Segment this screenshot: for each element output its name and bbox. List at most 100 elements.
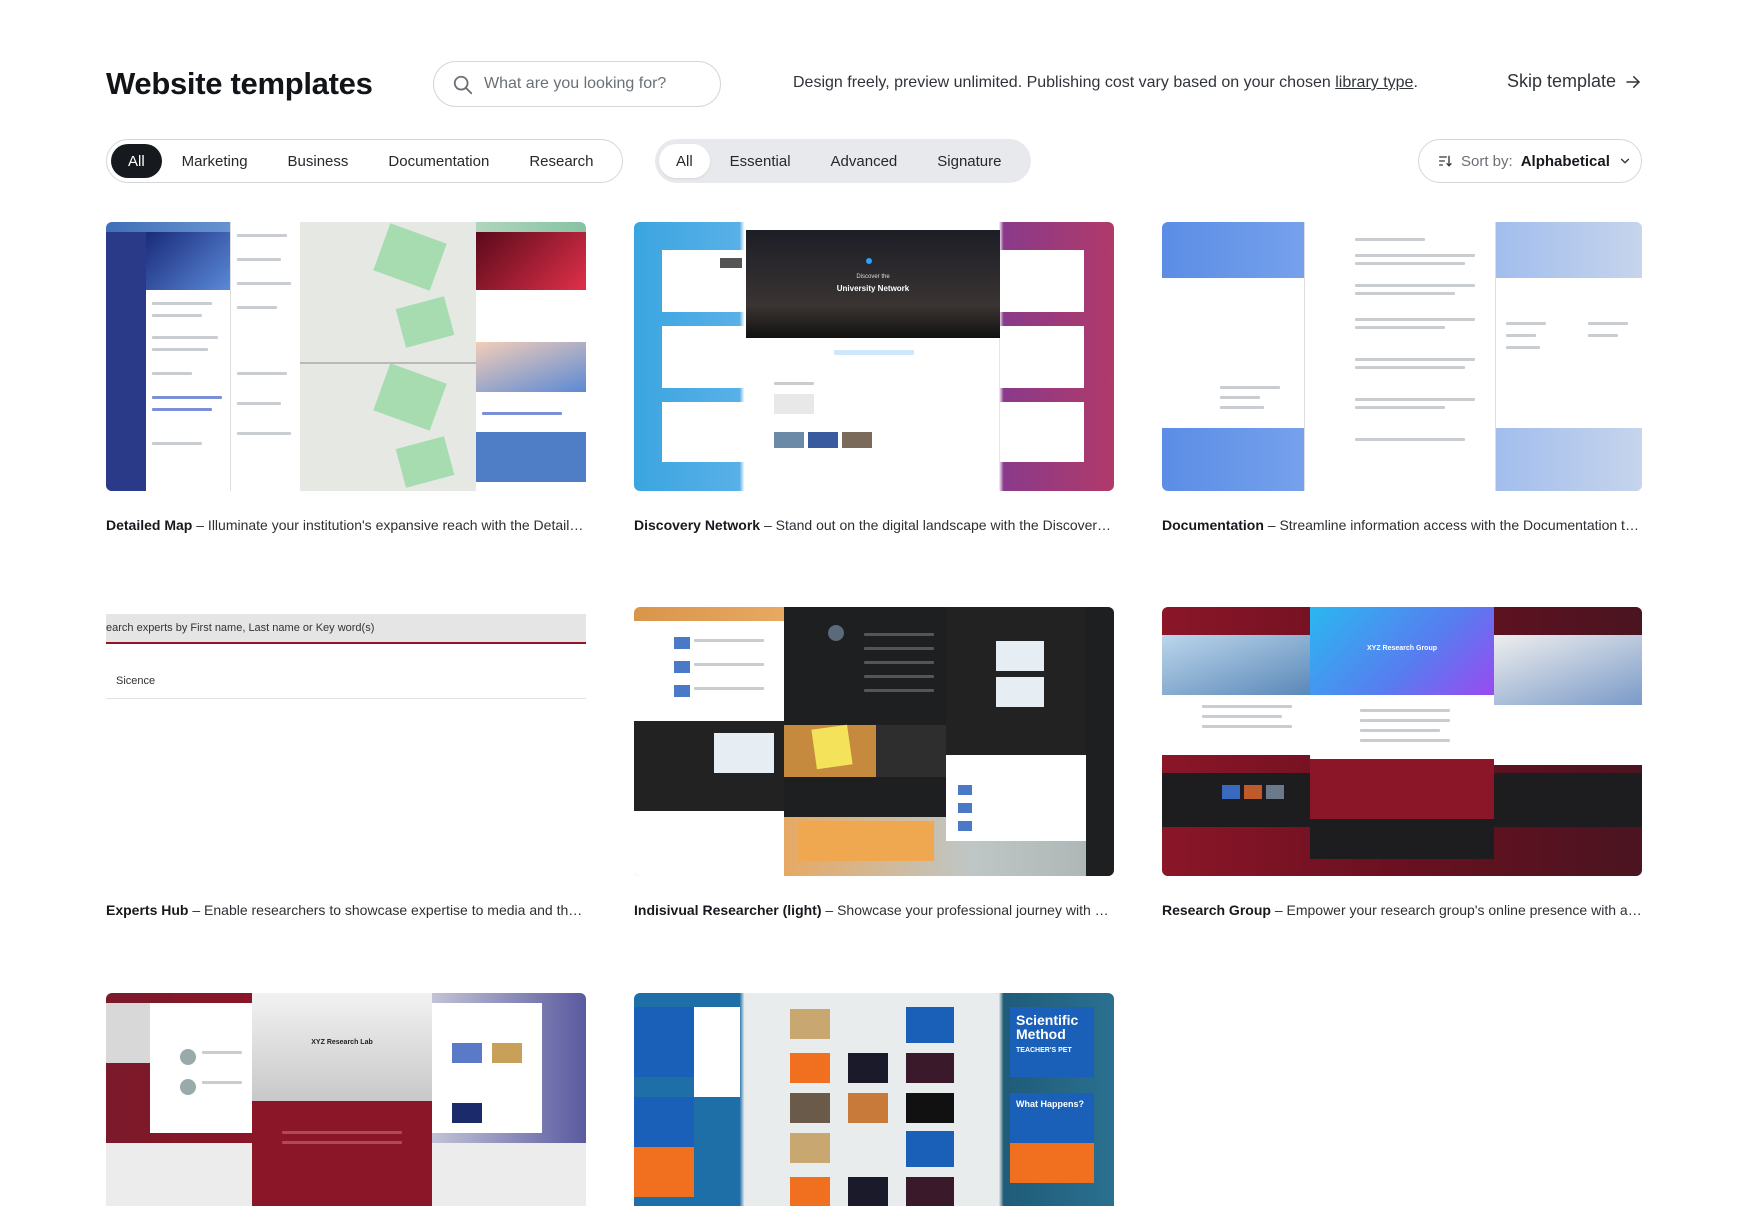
template-caption: Discovery Network – Stand out on the dig… <box>634 517 1114 533</box>
category-tab-documentation[interactable]: Documentation <box>368 144 509 178</box>
category-filter: All Marketing Business Documentation Res… <box>106 139 623 183</box>
thumb-panel <box>1000 326 1084 388</box>
sort-icon <box>1439 155 1452 167</box>
experts-list-item: Sicence <box>106 665 586 699</box>
template-thumbnail[interactable]: XYZ Research Lab <box>106 993 586 1206</box>
template-thumbnail[interactable]: XYZ Research Group <box>1162 607 1642 876</box>
experts-search-bar[interactable]: earch experts by First name, Last name o… <box>106 614 586 644</box>
template-card-research-group[interactable]: XYZ Research Group Research Group – Empo… <box>1162 607 1642 918</box>
tier-tab-advanced[interactable]: Advanced <box>811 144 918 178</box>
thumb-panel <box>252 1101 432 1206</box>
thumb-panel <box>1494 705 1642 765</box>
tier-filter: All Essential Advanced Signature <box>655 139 1031 183</box>
filter-bar: All Marketing Business Documentation Res… <box>106 139 1642 183</box>
template-name: Indisivual Researcher (light) <box>634 902 822 918</box>
template-caption: Detailed Map – Illuminate your instituti… <box>106 517 586 533</box>
experts-search-text: earch experts by First name, Last name o… <box>106 622 375 634</box>
hero-title: XYZ Research Lab <box>311 1039 373 1046</box>
map-area <box>300 222 476 491</box>
template-description: – Stand out on the digital landscape wit… <box>763 517 1114 533</box>
skip-template-link[interactable]: Skip template <box>1507 71 1642 92</box>
thumb-panel <box>1000 402 1084 462</box>
thumb-panel <box>1162 773 1310 827</box>
thumb-panel <box>634 1007 694 1077</box>
hero-title: XYZ Research Group <box>1366 645 1438 652</box>
thumb-panel <box>106 1003 150 1063</box>
search-input[interactable] <box>484 75 704 93</box>
template-caption: Experts Hub – Enable researchers to show… <box>106 902 586 918</box>
template-name: Experts Hub <box>106 902 189 918</box>
thumb-panel <box>662 326 746 388</box>
template-caption: Indisivual Researcher (light) – Showcase… <box>634 902 1114 918</box>
template-name: Documentation <box>1162 517 1264 533</box>
sort-dropdown[interactable]: Sort by: Alphabetical <box>1418 139 1642 183</box>
tier-tab-all[interactable]: All <box>659 144 710 178</box>
thumb-panel <box>634 621 784 721</box>
thumb-panel <box>634 1097 694 1147</box>
thumb-heading: What Happens? <box>1016 1099 1085 1109</box>
search-box[interactable] <box>433 61 721 107</box>
template-thumbnail[interactable]: Scientific Method TEACHER'S PET What Hap… <box>634 993 1114 1206</box>
search-icon <box>453 75 473 95</box>
page-title: Website templates <box>106 66 373 101</box>
hero-title: University Network <box>836 284 910 293</box>
template-thumbnail[interactable] <box>106 222 586 491</box>
template-caption: Documentation – Streamline information a… <box>1162 517 1642 533</box>
arrow-right-icon <box>1626 75 1640 88</box>
template-thumbnail[interactable] <box>1162 222 1642 491</box>
thumb-panel <box>1162 278 1304 428</box>
publishing-note-text: Design freely, preview unlimited. Publis… <box>793 74 1336 91</box>
template-description: – Empower your research group's online p… <box>1274 902 1642 918</box>
thumb-panel <box>432 1003 542 1133</box>
sort-label: Sort by: <box>1461 152 1513 170</box>
tier-tab-essential[interactable]: Essential <box>710 144 811 178</box>
thumb-panel <box>146 232 230 491</box>
category-tab-research[interactable]: Research <box>509 144 613 178</box>
template-card-discovery-network[interactable]: Discover the University Network Discover… <box>634 222 1114 533</box>
thumb-panel <box>634 1147 694 1197</box>
template-description: – Showcase your professional journey wit… <box>825 902 1114 918</box>
tier-tab-signature[interactable]: Signature <box>917 144 1021 178</box>
thumb-panel <box>106 232 146 491</box>
thumb-panel <box>946 771 1086 841</box>
thumb-panel <box>106 1143 252 1206</box>
thumb-panel <box>432 1143 586 1206</box>
category-tab-business[interactable]: Business <box>268 144 369 178</box>
header: Website templates Design freely, preview… <box>106 58 1642 108</box>
category-tab-marketing[interactable]: Marketing <box>162 144 268 178</box>
template-name: Research Group <box>1162 902 1271 918</box>
template-card-detailed-map[interactable]: Detailed Map – Illuminate your instituti… <box>106 222 586 533</box>
template-thumbnail[interactable]: Discover the University Network <box>634 222 1114 491</box>
thumb-panel <box>476 232 586 491</box>
library-type-link[interactable]: library type <box>1335 74 1413 91</box>
publishing-note-end: . <box>1413 74 1418 91</box>
thumb-panel <box>946 607 1086 755</box>
thumb-title: Scientific Method <box>1016 1012 1079 1042</box>
template-card-individual-researcher[interactable]: Indisivual Researcher (light) – Showcase… <box>634 607 1114 918</box>
template-thumbnail[interactable] <box>634 607 1114 876</box>
template-card-research-lab[interactable]: XYZ Research Lab <box>106 993 586 1206</box>
thumb-panel <box>1310 819 1494 859</box>
template-card-experts-hub[interactable]: earch experts by First name, Last name o… <box>106 607 586 918</box>
template-thumbnail[interactable]: earch experts by First name, Last name o… <box>106 607 586 876</box>
thumb-subtitle: TEACHER'S PET <box>1016 1047 1072 1054</box>
thumb-panel <box>1000 250 1084 312</box>
chevron-down-icon <box>1620 158 1630 164</box>
hero-image: Discover the University Network <box>746 230 1000 338</box>
template-card-scientific-method[interactable]: Scientific Method TEACHER'S PET What Hap… <box>634 993 1114 1206</box>
category-tab-all[interactable]: All <box>111 144 162 178</box>
thumb-panel <box>634 721 784 811</box>
thumb-panel <box>1496 278 1642 428</box>
thumb-panel <box>1494 773 1642 827</box>
thumb-panel <box>1162 695 1310 755</box>
template-description: – Streamline information access with the… <box>1263 517 1642 533</box>
thumb-panel <box>230 222 300 491</box>
thumb-panel <box>798 821 934 861</box>
thumb-panel <box>1494 635 1642 705</box>
thumb-panel <box>1010 1143 1094 1183</box>
hero-image: XYZ Research Lab <box>252 993 432 1101</box>
experts-item-label: Sicence <box>116 675 156 687</box>
thumb-panel <box>150 1003 252 1133</box>
template-card-documentation[interactable]: Documentation – Streamline information a… <box>1162 222 1642 533</box>
thumb-panel: What Happens? <box>1010 1093 1094 1143</box>
